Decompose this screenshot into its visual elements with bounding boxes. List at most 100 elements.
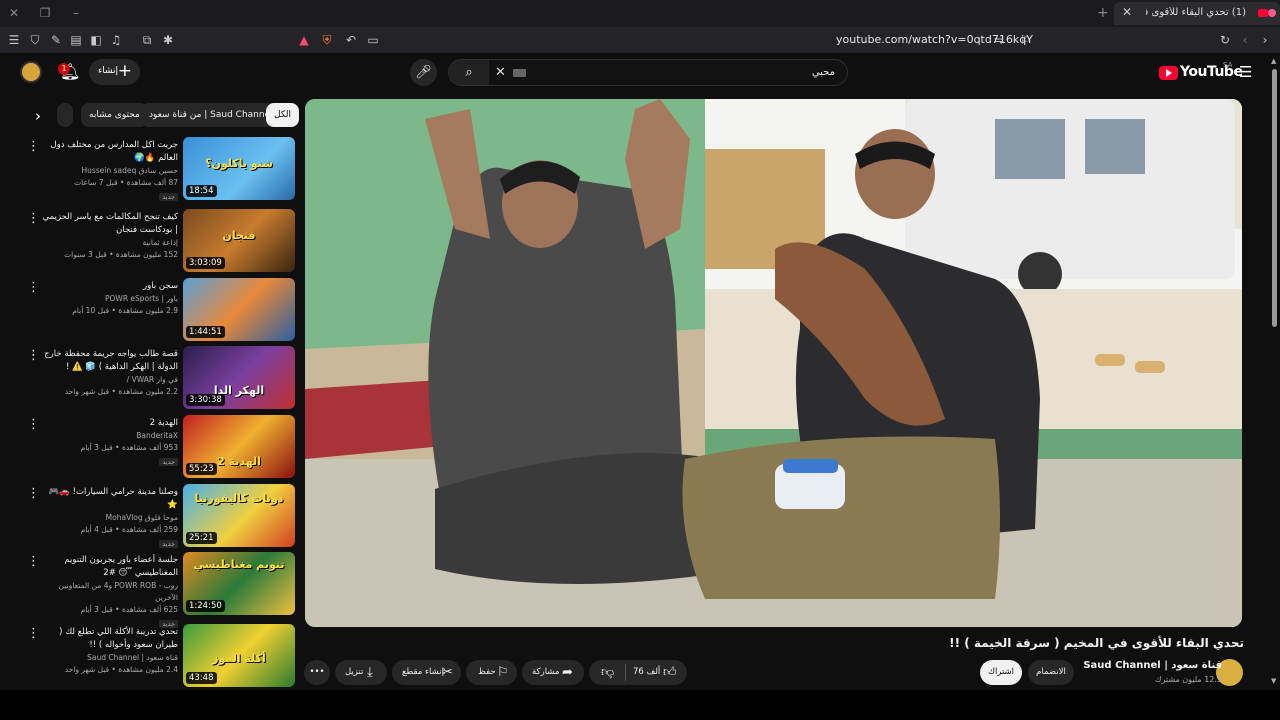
tabs-icon[interactable]: ▤ (68, 32, 84, 48)
save-button[interactable]: حفظ ⚐ (466, 660, 517, 685)
active-tab[interactable]: ✕ (1) تحدي البقاء للأقوى في المخ (1114, 2, 1280, 25)
chip-all[interactable]: الكل (266, 103, 300, 127)
video-thumbnail[interactable]: تنويم مغناطيسي 1:24:50 (183, 552, 295, 615)
list-item[interactable]: شنو ياكلون؟ 18:54 جربت اكل المدارس من مخ… (0, 137, 300, 203)
chip-from-channel[interactable]: من قناة سعود | Saud Channel (141, 103, 281, 127)
clear-search-icon[interactable]: ✕ (495, 65, 506, 80)
video-player[interactable] (305, 99, 1242, 627)
more-actions-icon[interactable]: ⋮ (27, 348, 40, 363)
video-thumbnail[interactable]: فنجان 3:03:09 (183, 209, 295, 272)
extensions-icon[interactable]: ✱ (160, 32, 176, 48)
video-channel[interactable]: باور | POWR eSports (40, 293, 178, 305)
share-button[interactable]: مشاركة ➦ (522, 660, 584, 685)
video-channel[interactable]: موحا فلوق MohaVlog (40, 512, 178, 524)
channel-name[interactable]: قناة سعود | Saud Channel (1083, 660, 1222, 671)
triangle-extension-icon[interactable]: ▲ (296, 32, 312, 48)
more-actions-icon[interactable]: ⋮ (27, 626, 40, 641)
forward-icon[interactable]: › (1257, 32, 1273, 48)
more-actions-icon[interactable]: ⋮ (27, 417, 40, 432)
site-settings-icon[interactable]: ⇋ (991, 32, 1007, 48)
keyboard-icon[interactable] (513, 69, 526, 77)
create-button[interactable]: إنشاء + (89, 59, 140, 85)
video-title[interactable]: تحدي تدريبة الأكلة اللي تطلع لك ( طيران … (40, 626, 178, 652)
more-actions-icon[interactable]: ⋮ (27, 139, 40, 154)
video-channel[interactable]: إذاعة ثمانية (40, 237, 178, 249)
chip-related[interactable]: محتوى مشابه (81, 103, 148, 127)
clip-button[interactable]: إنشاء مقطع ✂ (392, 660, 461, 685)
logo-region: SA (1223, 61, 1233, 69)
screenshot-icon[interactable]: ⧉ (139, 32, 155, 48)
search-box[interactable]: ⌕ ✕ محبي (448, 59, 848, 86)
video-channel[interactable]: قناة سعود | Saud Channel (40, 652, 178, 664)
tab-close-icon[interactable]: ✕ (1122, 5, 1132, 19)
chip-overflow[interactable] (57, 103, 73, 127)
like-count[interactable]: 76 ألف (633, 660, 660, 685)
save-label: حفظ (478, 667, 496, 677)
video-thumbnail[interactable]: شنو ياكلون؟ 18:54 (183, 137, 295, 200)
sidebar-icon[interactable]: ◧ (88, 32, 104, 48)
video-thumbnail[interactable]: الهدية 2 55:23 (183, 415, 295, 478)
scroll-up-icon[interactable]: ▲ (1271, 57, 1276, 65)
video-thumbnail[interactable]: الهكر الدا 3:30:38 (183, 346, 295, 409)
music-icon[interactable]: ♫ (108, 32, 124, 48)
shield-icon[interactable]: ⛉ (27, 32, 43, 48)
page-scrollbar[interactable]: ▲ ▼ (1270, 57, 1279, 687)
subscribe-button[interactable]: اشتراك (980, 660, 1022, 685)
video-channel[interactable]: حسين سادق Hussein sadeq (40, 165, 178, 177)
list-item[interactable]: الهدية 2 55:23 الهدية 2 BanderitaX 953 أ… (0, 415, 300, 481)
duration-badge: 1:44:51 (186, 326, 225, 338)
video-meta: 625 ألف مشاهدة • قبل 3 أيام (80, 605, 178, 614)
guide-menu-icon[interactable]: ☰ (1239, 63, 1252, 81)
video-meta: 87 ألف مشاهدة • قبل 7 ساعات (74, 178, 178, 187)
cast-icon[interactable]: ▭ (365, 32, 381, 48)
bookmark-icon[interactable]: ⚐ (1017, 32, 1033, 48)
more-actions-icon[interactable]: ⋮ (27, 486, 40, 501)
list-item[interactable]: تنويم مغناطيسي 1:24:50 جلسة أعضاء باور ي… (0, 552, 300, 628)
like-icon[interactable]: 👍︎ (663, 660, 677, 685)
scroll-down-icon[interactable]: ▼ (1271, 677, 1276, 685)
video-channel[interactable]: في وار VWAR / (40, 374, 178, 386)
video-title[interactable]: كيف تنجح المكالمات مع ياسر الحزيمي | بود… (40, 211, 178, 237)
video-channel[interactable]: روب - POWR ROB و4 من المتعاونين الآخرين (40, 580, 178, 604)
window-minimize-icon[interactable]: – (68, 5, 84, 21)
search-input[interactable]: محبي (812, 67, 835, 78)
video-title[interactable]: وصلنا مدينة حرامي السيارات! 🚗🎮⭐ (40, 486, 178, 512)
more-actions-icon[interactable]: ⋮ (27, 280, 40, 295)
pen-icon[interactable]: ✎ (48, 32, 64, 48)
video-title[interactable]: سجن باور (40, 280, 178, 293)
video-title[interactable]: جلسة أعضاء باور يجربون التنويم المغناطيس… (40, 554, 178, 580)
new-tab-icon[interactable]: + (1097, 5, 1109, 21)
chevron-right-icon[interactable]: › (35, 107, 41, 125)
list-item[interactable]: الهكر الدا 3:30:38 قصة طالب يواجه جريمة … (0, 346, 300, 412)
video-thumbnail[interactable]: 1:44:51 (183, 278, 295, 341)
more-actions-button[interactable]: ••• (304, 660, 330, 685)
voice-search-button[interactable]: 🎤︎ (410, 59, 437, 86)
back-icon[interactable]: ‹ (1237, 32, 1253, 48)
thumbnail-caption: فنجان (222, 229, 256, 242)
video-thumbnail[interactable]: دونات كاليفورنيا 25:21 (183, 484, 295, 547)
window-close-icon[interactable]: ✕ (6, 5, 22, 21)
list-item[interactable]: فنجان 3:03:09 كيف تنجح المكالمات مع ياسر… (0, 209, 300, 275)
video-channel[interactable]: BanderitaX (40, 430, 178, 442)
window-restore-icon[interactable]: ❐ (37, 5, 53, 21)
dislike-icon[interactable]: 👎︎ (601, 660, 614, 685)
video-title[interactable]: قصة طالب يواجه جريمة محفظة خارج الدولة |… (40, 348, 178, 374)
reload-icon[interactable]: ↻ (1217, 32, 1233, 48)
list-item[interactable]: أكلة الموز 43:48 تحدي تدريبة الأكلة اللي… (0, 624, 300, 690)
scrollbar-thumb[interactable] (1272, 69, 1277, 327)
list-item[interactable]: 1:44:51 سجن باور باور | POWR eSports 2.9… (0, 278, 300, 344)
join-button[interactable]: الانضمام (1028, 660, 1074, 685)
more-actions-icon[interactable]: ⋮ (27, 211, 40, 226)
duration-badge: 3:30:38 (186, 394, 225, 406)
list-item[interactable]: دونات كاليفورنيا 25:21 وصلنا مدينة حرامي… (0, 484, 300, 550)
account-avatar[interactable] (20, 61, 42, 83)
more-actions-icon[interactable]: ⋮ (27, 554, 40, 569)
search-button[interactable]: ⌕ (449, 60, 489, 85)
menu-icon[interactable]: ☰ (6, 32, 22, 48)
undo-icon[interactable]: ↶ (343, 32, 359, 48)
video-thumbnail[interactable]: أكلة الموز 43:48 (183, 624, 295, 687)
download-button[interactable]: تنزيل ⤓ (335, 660, 387, 685)
brave-shield-icon[interactable]: ⛨ (319, 32, 335, 48)
video-title[interactable]: جربت اكل المدارس من مختلف دول العالم 🔥🌍 (40, 139, 179, 165)
video-title[interactable]: الهدية 2 (40, 417, 178, 430)
